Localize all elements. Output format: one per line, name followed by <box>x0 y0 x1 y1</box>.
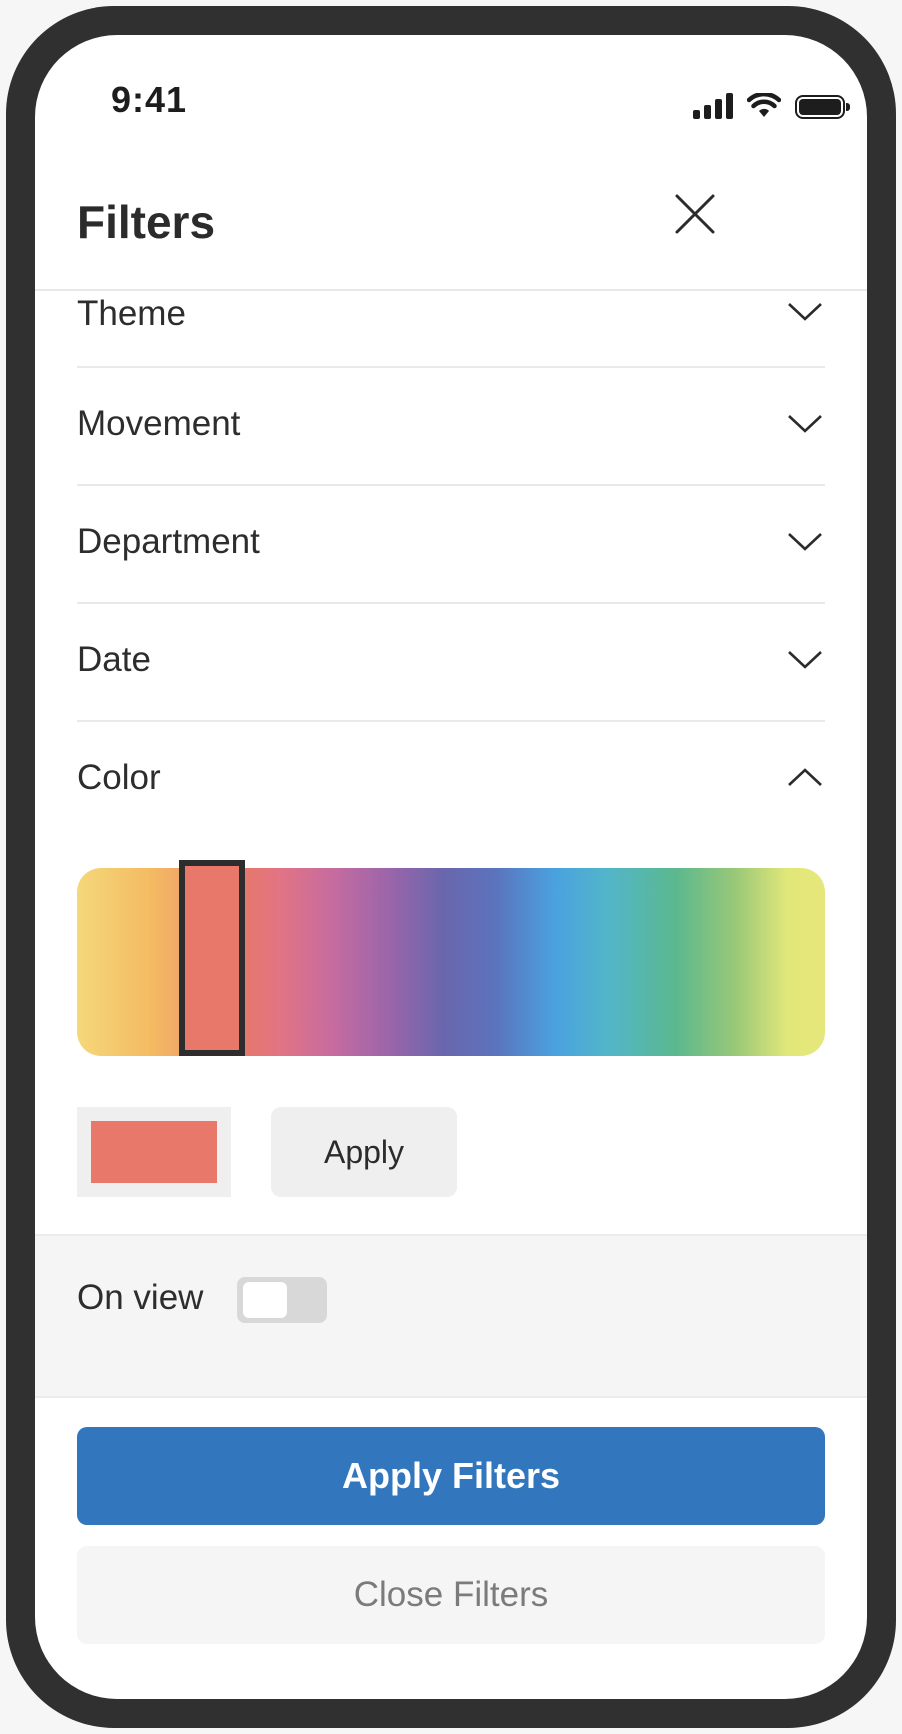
selected-color-swatch <box>77 1107 231 1197</box>
on-view-label: On view <box>77 1278 204 1317</box>
chevron-down-icon <box>788 651 822 669</box>
color-swatch-fill <box>91 1121 217 1183</box>
phone-frame: 9:41 Filters Theme Movement Department D… <box>6 6 896 1728</box>
apply-color-button[interactable]: Apply <box>271 1107 457 1197</box>
chevron-down-icon <box>788 533 822 551</box>
filter-label-theme: Theme <box>77 294 186 333</box>
filter-row-movement[interactable]: Movement <box>77 368 825 486</box>
close-filters-button[interactable]: Close Filters <box>77 1546 825 1644</box>
wifi-icon <box>747 93 781 117</box>
filter-label-color: Color <box>77 758 161 797</box>
filter-label-department: Department <box>77 522 260 561</box>
battery-icon <box>795 95 850 119</box>
cellular-signal-icon <box>693 93 733 119</box>
close-icon <box>675 194 715 234</box>
status-icons <box>693 85 850 119</box>
filter-row-date[interactable]: Date <box>77 604 825 722</box>
page-title: Filters <box>77 196 216 248</box>
screen: 9:41 Filters Theme Movement Department D… <box>35 35 867 1699</box>
apply-filters-button[interactable]: Apply Filters <box>77 1427 825 1525</box>
chevron-up-icon <box>788 768 822 786</box>
filter-row-color[interactable]: Color <box>77 722 825 832</box>
status-time: 9:41 <box>111 79 188 120</box>
filter-row-department[interactable]: Department <box>77 486 825 604</box>
filter-row-theme[interactable]: Theme <box>77 288 825 368</box>
close-button[interactable] <box>663 182 727 246</box>
color-slider-handle[interactable] <box>179 860 245 1056</box>
toggle-knob <box>243 1282 287 1318</box>
chevron-down-icon <box>788 415 822 433</box>
on-view-toggle[interactable] <box>237 1277 327 1323</box>
filter-label-movement: Movement <box>77 404 241 443</box>
chevron-down-icon <box>788 303 822 321</box>
filter-label-date: Date <box>77 640 151 679</box>
